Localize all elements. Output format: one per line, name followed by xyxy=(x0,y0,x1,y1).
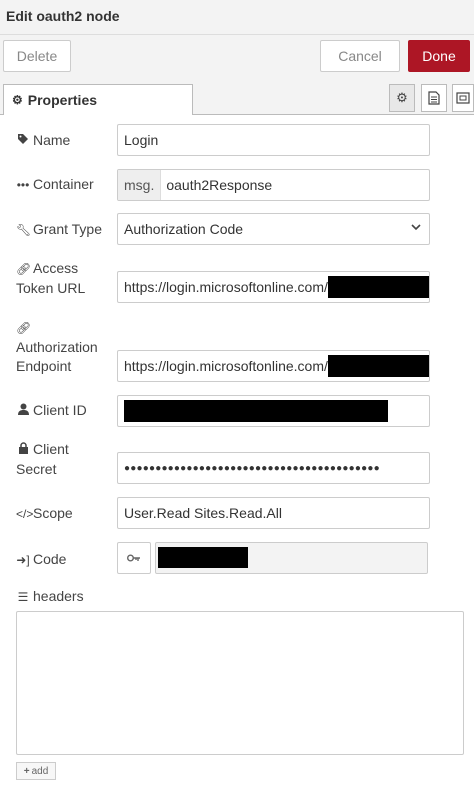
tab-properties-label: Properties xyxy=(27,92,98,108)
access-token-url-label: 🔗︎ Access Token URL xyxy=(16,260,86,296)
cancel-button[interactable]: Cancel xyxy=(320,40,400,72)
list-icon: ☰ xyxy=(17,590,29,604)
document-icon xyxy=(428,91,440,105)
redacted-block xyxy=(327,276,429,298)
user-icon xyxy=(16,402,30,421)
image-icon xyxy=(456,92,470,104)
delete-button[interactable]: Delete xyxy=(3,40,71,72)
redacted-block xyxy=(158,547,248,568)
gear-icon: ⚙ xyxy=(12,93,23,107)
client-secret-label: Client Secret xyxy=(16,441,69,477)
code-label: ➜] Code xyxy=(16,550,66,570)
scope-label: </>Scope xyxy=(16,504,73,524)
redacted-block xyxy=(124,400,388,422)
sign-in-icon: ➜] xyxy=(16,553,30,567)
client-id-input[interactable] xyxy=(117,395,430,427)
done-button[interactable]: Done xyxy=(408,40,470,72)
container-label: ••• Container xyxy=(16,175,94,195)
headers-label: ☰ headers xyxy=(16,587,84,607)
lock-icon xyxy=(16,441,30,460)
grant-type-label: 🔧︎ Grant Type xyxy=(16,220,102,240)
client-secret-input[interactable]: ●●●●●●●●●●●●●●●●●●●●●●●●●●●●●●●●●●●●●●●●… xyxy=(117,452,430,484)
client-id-label: Client ID xyxy=(16,401,87,421)
dialog-toolbar xyxy=(0,35,474,80)
wrench-icon: 🔧︎ xyxy=(16,223,32,237)
dialog-title: Edit oauth2 node xyxy=(6,8,120,24)
link-icon: 🔗︎ xyxy=(16,262,32,276)
tab-properties[interactable]: ⚙ Properties xyxy=(3,84,193,115)
chevron-down-icon xyxy=(411,222,421,234)
code-icon: </> xyxy=(16,507,34,521)
authorization-endpoint-label: 🔗︎ Authorization Endpoint xyxy=(16,321,98,374)
plus-icon: + xyxy=(23,765,30,777)
grant-type-select[interactable]: Authorization Code xyxy=(117,213,430,245)
headers-list[interactable] xyxy=(16,611,464,755)
tab-appearance[interactable] xyxy=(452,84,474,112)
redacted-block xyxy=(327,355,429,377)
name-input[interactable]: Login xyxy=(117,124,430,156)
authorization-endpoint-input[interactable]: https://login.microsoftonline.com/ xyxy=(117,350,430,382)
msg-prefix: msg. xyxy=(118,170,162,200)
name-label: Name xyxy=(16,131,70,151)
dialog-header: Edit oauth2 node xyxy=(0,0,474,35)
link-icon: 🔗︎ xyxy=(16,321,32,335)
scope-input[interactable]: User.Read Sites.Read.All xyxy=(117,497,430,529)
key-icon xyxy=(127,551,141,566)
ellipsis-icon: ••• xyxy=(16,178,30,192)
key-button[interactable] xyxy=(117,542,151,574)
tab-settings-gear[interactable]: ⚙ xyxy=(389,84,415,112)
access-token-url-input[interactable]: https://login.microsoftonline.com/ xyxy=(117,271,430,303)
tag-icon xyxy=(16,132,30,151)
container-input[interactable]: msg. oauth2Response xyxy=(117,169,430,201)
gear-icon: ⚙ xyxy=(396,90,408,105)
tab-description[interactable] xyxy=(421,84,447,112)
add-header-button[interactable]: + add xyxy=(16,762,56,780)
code-input[interactable] xyxy=(155,542,428,574)
